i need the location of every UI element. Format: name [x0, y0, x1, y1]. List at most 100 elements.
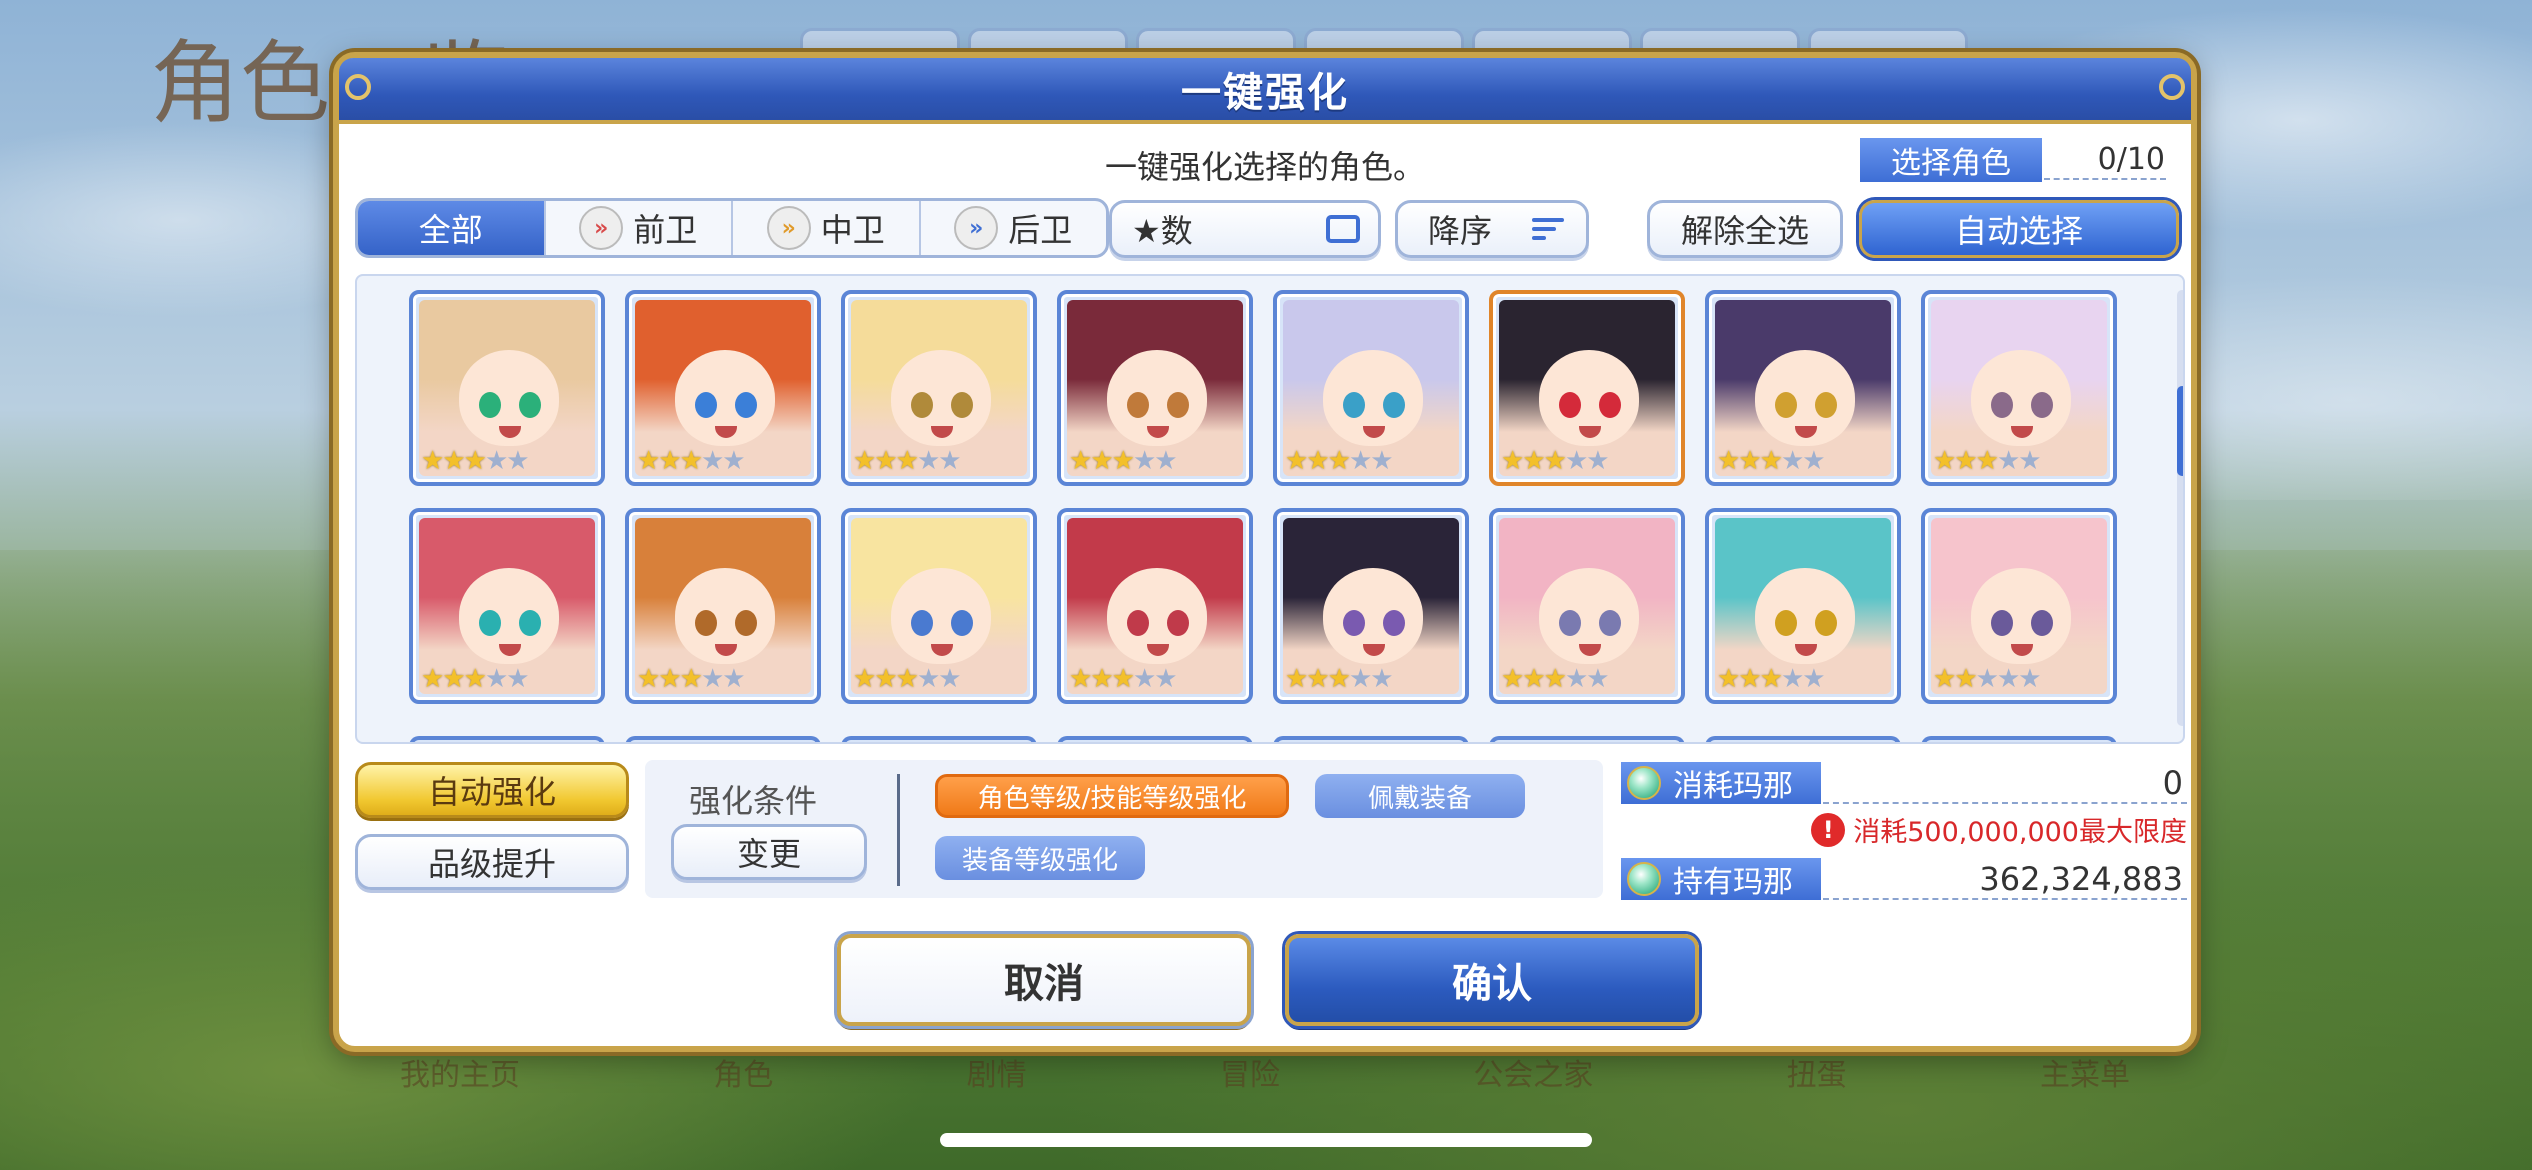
character-eye [735, 610, 757, 636]
mana-owned-label: 持有玛那 [1621, 858, 1821, 900]
star-rating: ★★★★★ [637, 446, 746, 476]
star-filled-icon: ★ [874, 446, 897, 476]
grid-scrollbar[interactable] [2177, 290, 2183, 726]
character-card[interactable]: ★★★★★ [409, 508, 605, 704]
character-grid-items: ★★★★★ ★★★★★ ★★★★★ ★★★★★ ★★★★★ ★★★★★ ★★★★★ ★★★★★… [409, 290, 2117, 704]
star-rating: ★★★★★ [637, 664, 746, 694]
sort-field-button[interactable]: ★数 [1109, 200, 1381, 258]
character-card[interactable]: ★★★★★ [625, 290, 821, 486]
star-rating: ★★★★★ [1933, 446, 2042, 476]
star-empty-icon: ★ [1348, 664, 1372, 694]
character-card[interactable]: ★★★★★ [1273, 508, 1469, 704]
star-empty-icon: ★ [1586, 664, 1609, 694]
mana-warning-text: 消耗500,000,000最大限度 [1853, 817, 2187, 848]
background-nav-item: 冒险 [1219, 1058, 1280, 1093]
star-filled-icon: ★ [1069, 664, 1092, 694]
star-filled-icon: ★ [1111, 664, 1135, 694]
tab-all[interactable]: 全部 [358, 201, 546, 255]
character-card[interactable]: ★★★★★ [1273, 290, 1469, 486]
character-eye [1991, 392, 2013, 418]
star-filled-icon: ★ [1501, 446, 1524, 476]
star-empty-icon: ★ [1586, 446, 1609, 476]
star-empty-icon: ★ [1564, 446, 1588, 476]
star-filled-icon: ★ [1738, 446, 1761, 476]
star-empty-icon: ★ [1370, 664, 1393, 694]
tab-rearguard[interactable]: » 后卫 [921, 201, 1107, 255]
cancel-button[interactable]: 取消 [837, 934, 1251, 1026]
star-rating: ★★★★★ [421, 664, 530, 694]
star-empty-icon: ★ [1132, 446, 1156, 476]
character-eye [1343, 392, 1365, 418]
star-filled-icon: ★ [1522, 664, 1545, 694]
character-card[interactable]: ★★★★★ [841, 290, 1037, 486]
character-card[interactable]: ★★★★★ [409, 290, 605, 486]
star-filled-icon: ★ [1543, 446, 1567, 476]
star-rating: ★★★★★ [853, 446, 962, 476]
star-rating: ★★★★★ [1069, 446, 1178, 476]
character-eye [1599, 392, 1621, 418]
character-eye [1127, 392, 1149, 418]
star-rating: ★★★★★ [853, 664, 962, 694]
auto-select-button[interactable]: 自动选择 [1859, 200, 2179, 258]
character-card[interactable]: ★★★★★ [1705, 290, 1901, 486]
character-card[interactable]: ★★★★★ [1921, 290, 2117, 486]
star-filled-icon: ★ [442, 446, 465, 476]
star-empty-icon: ★ [700, 446, 724, 476]
star-empty-icon: ★ [1154, 446, 1177, 476]
star-filled-icon: ★ [1759, 446, 1783, 476]
character-eye [2031, 392, 2053, 418]
tab-vanguard[interactable]: » 前卫 [546, 201, 733, 255]
star-filled-icon: ★ [853, 446, 876, 476]
scroll-thumb[interactable] [2177, 386, 2183, 476]
character-card[interactable]: ★★★★★ [1057, 290, 1253, 486]
change-conditions-button[interactable]: 变更 [671, 824, 867, 880]
character-card[interactable]: ★★★★★ [1705, 508, 1901, 704]
background-nav-item: 公会之家 [1473, 1058, 1594, 1093]
star-filled-icon: ★ [1327, 446, 1351, 476]
star-filled-icon: ★ [1501, 664, 1524, 694]
dialog-header: 一键强化 [339, 58, 2191, 124]
star-empty-icon: ★ [1802, 664, 1825, 694]
background-nav-item: 角色 [713, 1058, 774, 1093]
star-filled-icon: ★ [1759, 664, 1783, 694]
character-eye [1383, 392, 1405, 418]
character-card[interactable]: ★★★★★ [1057, 508, 1253, 704]
tab-midguard[interactable]: » 中卫 [733, 201, 921, 255]
star-filled-icon: ★ [1522, 446, 1545, 476]
star-empty-icon: ★ [1780, 664, 1804, 694]
star-filled-icon: ★ [1327, 664, 1351, 694]
select-count: 0/10 [2097, 142, 2165, 177]
mana-owned-text: 持有玛那 [1673, 865, 1793, 900]
star-empty-icon: ★ [2018, 664, 2041, 694]
clear-all-button[interactable]: 解除全选 [1647, 200, 1843, 258]
sort-field-label: ★数 [1132, 212, 1193, 250]
character-eye [695, 392, 717, 418]
star-rating: ★★★★★ [1501, 664, 1610, 694]
star-filled-icon: ★ [658, 664, 681, 694]
star-filled-icon: ★ [637, 664, 660, 694]
star-rating: ★★★★★ [1717, 446, 1826, 476]
rearguard-icon: » [954, 206, 999, 250]
star-empty-icon: ★ [916, 664, 940, 694]
star-filled-icon: ★ [895, 446, 919, 476]
rank-up-button[interactable]: 品级提升 [355, 834, 629, 890]
sort-order-label: 降序 [1428, 212, 1493, 250]
character-card[interactable]: ★★★★★ [625, 508, 821, 704]
character-card[interactable]: ★★★★★ [1921, 508, 2117, 704]
confirm-button[interactable]: 确认 [1285, 934, 1699, 1026]
star-filled-icon: ★ [895, 664, 919, 694]
auto-enhance-button[interactable]: 自动强化 [355, 762, 629, 818]
star-empty-icon: ★ [2018, 446, 2041, 476]
character-card[interactable]: ★★★★★ [1489, 290, 1685, 486]
character-eye [519, 610, 541, 636]
home-indicator[interactable] [940, 1133, 1592, 1147]
star-filled-icon: ★ [1717, 664, 1740, 694]
enhance-conditions-panel: 强化条件 变更 角色等级/技能等级强化 佩戴装备 装备等级强化 [645, 760, 1603, 898]
star-filled-icon: ★ [1543, 664, 1567, 694]
sort-order-button[interactable]: 降序 [1395, 200, 1589, 258]
character-card[interactable]: ★★★★★ [841, 508, 1037, 704]
star-filled-icon: ★ [1717, 446, 1740, 476]
character-card[interactable]: ★★★★★ [1489, 508, 1685, 704]
ornament-icon [2159, 74, 2185, 100]
star-empty-icon: ★ [506, 446, 529, 476]
